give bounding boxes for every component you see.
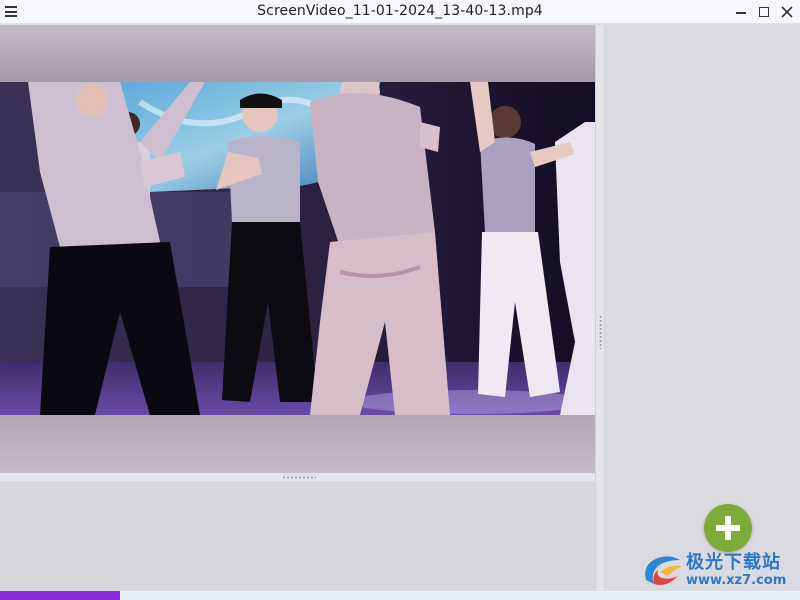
maximize-icon: [759, 7, 769, 17]
watermark-url: www.xz7.com: [686, 573, 787, 588]
minimize-icon: [736, 12, 746, 14]
add-button[interactable]: [704, 504, 752, 552]
minimize-button[interactable]: [731, 2, 751, 22]
close-icon: [781, 6, 793, 18]
title-bar: ScreenVideo_11-01-2024_13-40-13.mp4: [0, 0, 800, 24]
app-window: ScreenVideo_11-01-2024_13-40-13.mp4 极光下载…: [0, 0, 800, 600]
watermark: 极光下载站 www.xz7.com: [640, 546, 800, 594]
video-player[interactable]: [0, 25, 595, 473]
video-frame[interactable]: [0, 82, 595, 415]
close-button[interactable]: [777, 2, 797, 22]
splitter-grip-icon: [282, 476, 316, 479]
vertical-splitter[interactable]: [595, 25, 605, 590]
splitter-grip-icon: [599, 315, 602, 349]
horizontal-splitter[interactable]: [0, 473, 595, 483]
progress-fill: [0, 591, 120, 600]
lower-panel: [0, 484, 595, 590]
playback-progress-bar[interactable]: [0, 591, 800, 600]
right-side-panel: [605, 25, 800, 590]
video-frame-dancers: [0, 82, 595, 415]
maximize-button[interactable]: [754, 2, 774, 22]
window-title: ScreenVideo_11-01-2024_13-40-13.mp4: [257, 3, 543, 19]
watermark-brand: 极光下载站: [686, 552, 781, 573]
watermark-logo-icon: [645, 556, 682, 585]
